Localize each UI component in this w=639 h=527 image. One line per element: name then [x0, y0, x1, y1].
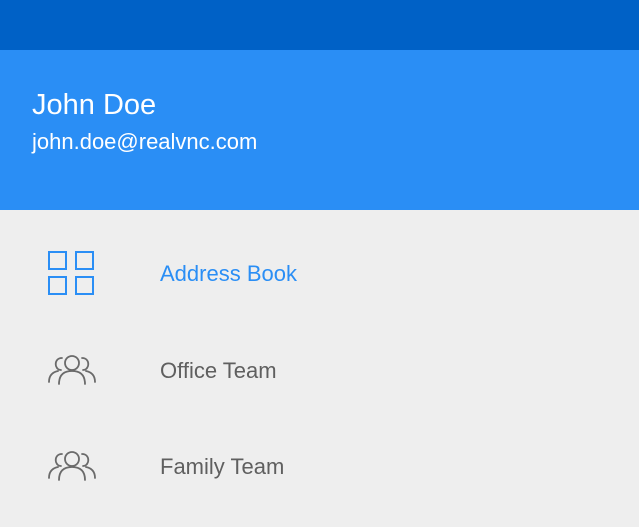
status-bar [0, 0, 639, 50]
menu-item-label: Family Team [160, 454, 285, 479]
menu-item-label: Office Team [160, 358, 277, 383]
navigation-menu: Address Book Office Team Family Team [0, 210, 639, 527]
menu-item-office-team[interactable]: Office Team [0, 306, 639, 402]
menu-item-family-team[interactable]: Family Team [0, 402, 639, 498]
group-icon [47, 354, 97, 400]
menu-item-address-book[interactable]: Address Book [0, 210, 639, 306]
menu-item-label: Address Book [160, 261, 297, 286]
account-header: John Doe john.doe@realvnc.com [0, 50, 639, 210]
user-email: john.doe@realvnc.com [32, 129, 258, 154]
group-icon [47, 450, 97, 496]
grid-icon [47, 250, 97, 296]
user-name: John Doe [32, 89, 157, 121]
